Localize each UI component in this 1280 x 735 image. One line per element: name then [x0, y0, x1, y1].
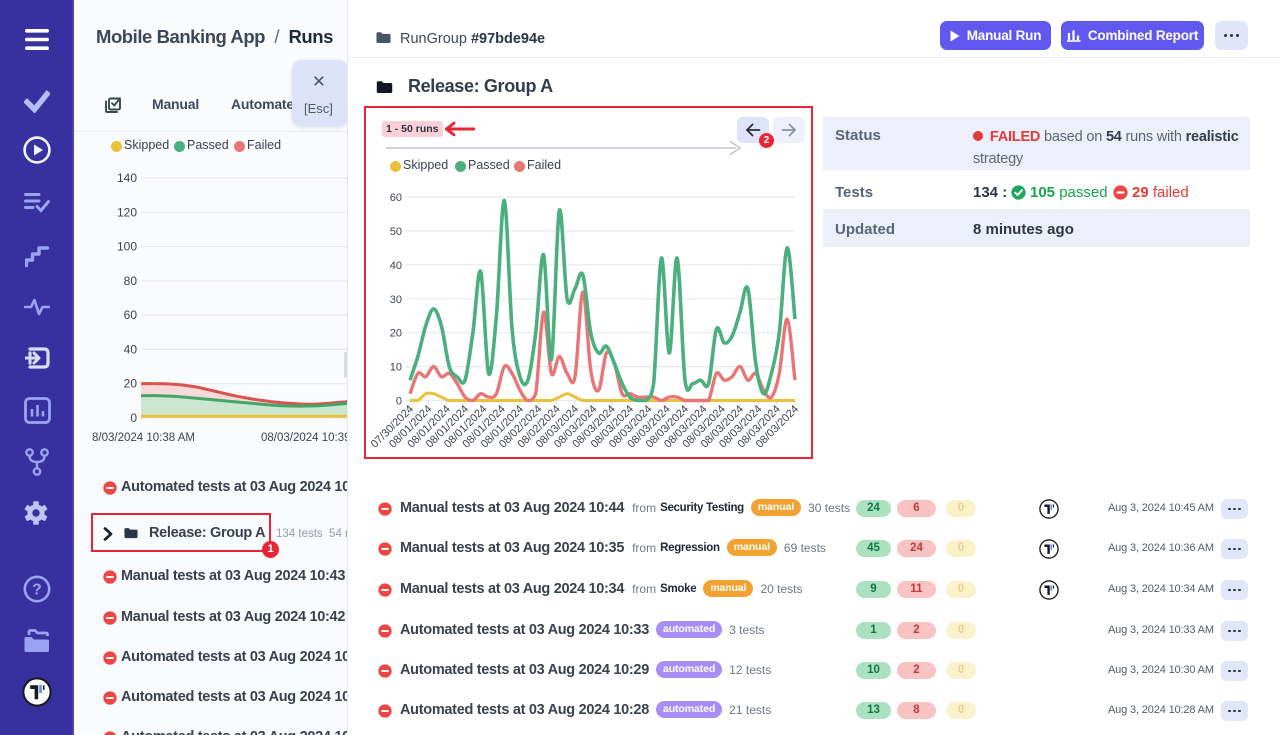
- svg-text:40: 40: [124, 342, 138, 356]
- svg-text:20: 20: [124, 377, 138, 391]
- svg-text:100: 100: [117, 240, 137, 254]
- svg-text:0: 0: [130, 411, 137, 425]
- svg-text:60: 60: [124, 308, 138, 322]
- svg-text:?: ?: [32, 582, 41, 599]
- svg-text:120: 120: [117, 205, 137, 219]
- svg-text:80: 80: [124, 274, 138, 288]
- svg-text:140: 140: [117, 171, 137, 185]
